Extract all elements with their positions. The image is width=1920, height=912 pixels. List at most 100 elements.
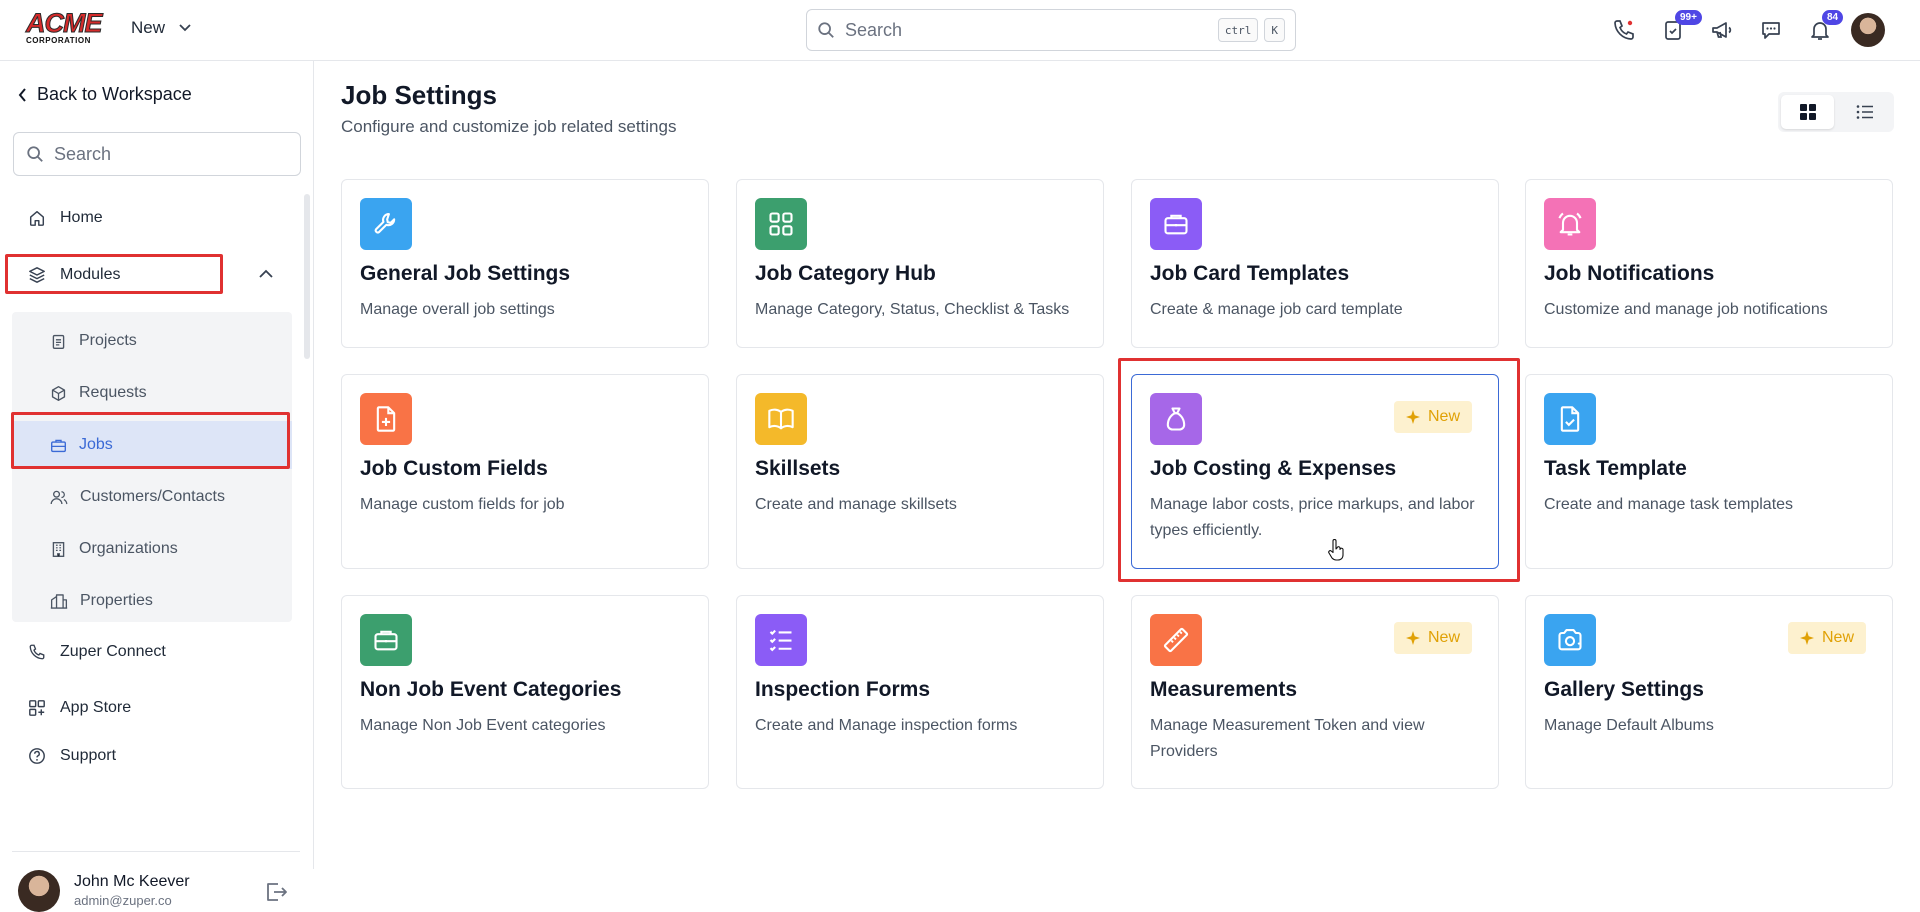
- card-description: Create & manage job card template: [1150, 301, 1403, 318]
- sidebar-item-label: Home: [60, 209, 103, 226]
- money-bag-icon: [1150, 393, 1202, 445]
- search-icon: [26, 145, 44, 163]
- sidebar-item-support[interactable]: Support: [0, 733, 314, 779]
- card-title: Job Costing & Expenses: [1150, 457, 1397, 480]
- sidebar-item-zuper-connect[interactable]: Zuper Connect: [0, 629, 314, 675]
- sidebar-item-label: Properties: [80, 592, 153, 609]
- logout-button[interactable]: [264, 881, 288, 903]
- checklist-icon: [755, 614, 807, 666]
- sidebar-item-modules[interactable]: Modules: [0, 252, 314, 298]
- settings-card-skillsets[interactable]: Skillsets Create and manage skillsets: [736, 374, 1104, 569]
- card-description: Manage Non Job Event categories: [360, 717, 606, 734]
- sidebar-item-requests[interactable]: Requests: [12, 369, 292, 417]
- grid-icon: [755, 198, 807, 250]
- logo-text: ACME: [26, 8, 104, 38]
- settings-card-non-job-event-categories[interactable]: Non Job Event Categories Manage Non Job …: [341, 595, 709, 789]
- top-bar: ACME CORPORATION New Search ctrl K 99+ 8…: [0, 0, 1920, 61]
- user-profile[interactable]: John Mc Keever admin@zuper.co: [18, 870, 190, 912]
- card-title: Task Template: [1544, 457, 1687, 480]
- chat-button[interactable]: [1751, 10, 1791, 50]
- sidebar-item-label: Customers/Contacts: [80, 488, 225, 505]
- sidebar-item-label: Support: [60, 747, 117, 764]
- list-view-button[interactable]: [1838, 95, 1891, 129]
- help-circle-icon: [28, 747, 46, 765]
- phone-icon: [1612, 18, 1636, 42]
- new-dropdown[interactable]: New: [131, 18, 191, 38]
- settings-card-job-category-hub[interactable]: Job Category Hub Manage Category, Status…: [736, 179, 1104, 348]
- settings-card-inspection-forms[interactable]: Inspection Forms Create and Manage inspe…: [736, 595, 1104, 789]
- bell-ring-icon: [1544, 198, 1596, 250]
- new-badge-label: New: [1427, 629, 1460, 646]
- card-title: Skillsets: [755, 457, 841, 480]
- global-search[interactable]: Search ctrl K: [806, 9, 1296, 51]
- divider: [12, 851, 300, 852]
- settings-card-measurements[interactable]: New Measurements Manage Measurement Toke…: [1131, 595, 1499, 789]
- briefcase-icon: [50, 437, 67, 454]
- card-title: Job Notifications: [1544, 262, 1715, 285]
- back-label: Back to Workspace: [37, 84, 192, 104]
- tasks-badge: 99+: [1675, 10, 1702, 25]
- package-icon: [50, 385, 67, 402]
- settings-card-job-card-templates[interactable]: Job Card Templates Create & manage job c…: [1131, 179, 1499, 348]
- grid-view-button[interactable]: [1781, 95, 1834, 129]
- settings-card-gallery-settings[interactable]: New Gallery Settings Manage Default Albu…: [1525, 595, 1893, 789]
- settings-card-task-template[interactable]: Task Template Create and manage task tem…: [1525, 374, 1893, 569]
- logout-icon: [264, 881, 288, 903]
- notifications-badge: 84: [1822, 10, 1844, 25]
- page-subtitle: Configure and customize job related sett…: [341, 117, 677, 136]
- acme-logo[interactable]: ACME CORPORATION: [26, 8, 106, 46]
- avatar: [18, 870, 60, 912]
- card-description: Manage labor costs, price markups, and l…: [1150, 496, 1475, 539]
- card-title: Job Custom Fields: [360, 457, 548, 480]
- sidebar-item-label: Requests: [79, 384, 147, 401]
- user-email: admin@zuper.co: [74, 893, 172, 908]
- sparkle-icon: [1405, 631, 1420, 645]
- user-avatar[interactable]: [1851, 13, 1885, 47]
- megaphone-icon: [1710, 18, 1734, 42]
- layers-icon: [28, 266, 46, 284]
- clipboard-icon: [50, 333, 67, 350]
- phone-button[interactable]: [1604, 10, 1644, 50]
- new-badge-label: New: [1821, 629, 1854, 646]
- settings-card-job-costing-expenses[interactable]: New Job Costing & Expenses Manage labor …: [1131, 374, 1499, 569]
- back-to-workspace-link[interactable]: Back to Workspace: [18, 84, 192, 105]
- sidebar-item-organizations[interactable]: Organizations: [12, 525, 292, 573]
- wrench-icon: [360, 198, 412, 250]
- chat-icon: [1759, 18, 1783, 42]
- settings-card-job-custom-fields[interactable]: Job Custom Fields Manage custom fields f…: [341, 374, 709, 569]
- announcements-button[interactable]: [1702, 10, 1742, 50]
- shortcut-k: K: [1264, 18, 1285, 42]
- view-toggle: [1778, 92, 1894, 132]
- card-title: Gallery Settings: [1544, 678, 1704, 701]
- sidebar-item-home[interactable]: Home: [0, 195, 314, 241]
- sidebar-search-input[interactable]: Search: [54, 144, 111, 165]
- sidebar-item-label: Zuper Connect: [60, 643, 166, 660]
- sidebar-search[interactable]: Search: [13, 132, 301, 176]
- settings-card-job-notifications[interactable]: Job Notifications Customize and manage j…: [1525, 179, 1893, 348]
- tasks-button[interactable]: 99+: [1653, 10, 1702, 50]
- card-description: Customize and manage job notifications: [1544, 301, 1828, 318]
- settings-card-general-job-settings[interactable]: General Job Settings Manage overall job …: [341, 179, 709, 348]
- sidebar-item-label: Organizations: [79, 540, 178, 557]
- new-badge: New: [1787, 622, 1866, 654]
- hand-cursor-icon: [1327, 539, 1345, 561]
- sidebar-item-projects[interactable]: Projects: [12, 317, 292, 365]
- card-title: General Job Settings: [360, 262, 571, 285]
- sidebar-item-properties[interactable]: Properties: [12, 577, 292, 625]
- sidebar-item-app-store[interactable]: App Store: [0, 685, 314, 731]
- book-icon: [755, 393, 807, 445]
- card-description: Manage Category, Status, Checklist & Tas…: [755, 301, 1070, 318]
- phone-icon: [28, 643, 46, 661]
- sidebar-item-customers-contacts[interactable]: Customers/Contacts: [12, 473, 292, 521]
- chevron-up-icon[interactable]: [259, 269, 273, 278]
- notifications-button[interactable]: 84: [1800, 10, 1844, 50]
- card-description: Manage custom fields for job: [360, 496, 565, 513]
- global-search-input[interactable]: Search: [845, 20, 1212, 41]
- briefcase-icon: [360, 614, 412, 666]
- sidebar-item-jobs[interactable]: Jobs: [12, 421, 292, 469]
- card-description: Manage overall job settings: [360, 301, 555, 318]
- sidebar-item-label: Projects: [79, 332, 137, 349]
- users-icon: [50, 489, 68, 506]
- new-badge-label: New: [1427, 408, 1460, 425]
- card-description: Create and manage skillsets: [755, 496, 957, 513]
